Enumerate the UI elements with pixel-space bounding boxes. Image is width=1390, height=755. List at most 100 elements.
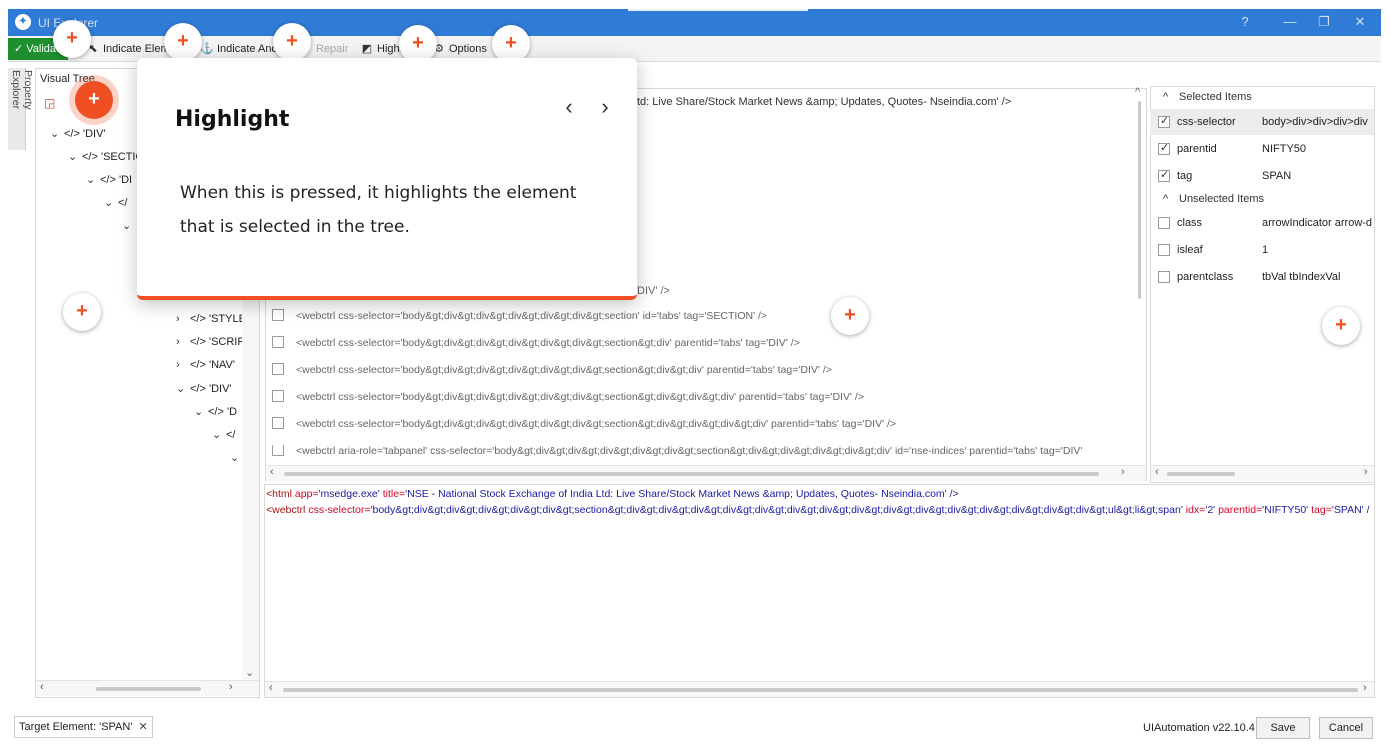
selector-row[interactable]: <webctrl css-selector='body&gt;div&gt;di… bbox=[272, 417, 896, 436]
chevron-left-icon[interactable]: ‹ bbox=[270, 466, 274, 478]
tree-node[interactable]: ⌄ </> 'DIV' bbox=[50, 127, 106, 140]
tour-hotspot[interactable]: + bbox=[53, 20, 91, 58]
chevron-right-icon[interactable]: › bbox=[229, 681, 233, 693]
tour-hotspot[interactable]: + bbox=[273, 23, 311, 61]
tree-node[interactable]: › </> 'SCRIP bbox=[176, 336, 245, 348]
selector-row[interactable]: <webctrl css-selector='body&gt;div&gt;di… bbox=[272, 390, 864, 409]
refresh-icon[interactable]: ◲ bbox=[44, 96, 55, 110]
row-checkbox[interactable] bbox=[272, 363, 284, 376]
attribute-checkbox[interactable] bbox=[1158, 217, 1170, 229]
attribute-checkbox[interactable] bbox=[1158, 168, 1170, 182]
chevron-down-icon: ⌄ bbox=[68, 151, 78, 163]
chevron-up-icon[interactable]: ^ bbox=[1135, 86, 1140, 98]
tour-hotspot[interactable]: + bbox=[63, 293, 101, 331]
tree-node[interactable]: ⌄ </> 'SECTIO bbox=[68, 150, 144, 163]
tree-node[interactable]: ⌄ </> 'D bbox=[194, 405, 237, 418]
row-checkbox[interactable] bbox=[272, 336, 284, 349]
row-checkbox[interactable] bbox=[272, 417, 284, 430]
selector-line-html[interactable]: <html app='msedge.exe' title='NSE - Nati… bbox=[266, 488, 959, 500]
selector-editor[interactable] bbox=[264, 484, 1375, 698]
anchor-icon: ⚓ bbox=[200, 43, 214, 55]
chevron-right-icon[interactable]: › bbox=[1121, 466, 1125, 478]
unselected-items-header[interactable]: ^ Unselected Items bbox=[1163, 193, 1264, 205]
tooltip-next-button[interactable]: › bbox=[593, 94, 617, 120]
attributes-horizontal-scrollbar[interactable]: ‹ › bbox=[1151, 465, 1374, 481]
selected-items-header[interactable]: ^ Selected Items bbox=[1163, 91, 1252, 103]
restore-button[interactable]: ❐ bbox=[1309, 12, 1339, 32]
highlight-icon: ◩ bbox=[361, 43, 373, 55]
tree-horizontal-scrollbar[interactable]: ‹ › bbox=[36, 680, 259, 696]
save-button[interactable]: Save bbox=[1256, 717, 1310, 739]
chevron-down-icon[interactable]: ⌄ bbox=[245, 666, 254, 679]
scrollbar-thumb[interactable] bbox=[96, 687, 201, 691]
chevron-down-icon: ⌄ bbox=[50, 128, 60, 140]
tour-hotspot[interactable]: + bbox=[1322, 307, 1360, 345]
tree-node[interactable]: › </> 'STYLE bbox=[176, 313, 246, 325]
row-checkbox[interactable] bbox=[272, 309, 284, 322]
minimize-button[interactable]: — bbox=[1275, 12, 1305, 32]
close-button[interactable]: ✕ bbox=[1345, 12, 1375, 32]
attribute-checkbox[interactable] bbox=[1158, 271, 1170, 283]
property-explorer-tab[interactable]: Property Explorer bbox=[8, 68, 34, 150]
selector-row[interactable]: <webctrl css-selector='body&gt;div&gt;di… bbox=[272, 309, 767, 328]
chevron-down-icon: ⌄ bbox=[104, 197, 114, 209]
tree-node[interactable]: ⌄ </ bbox=[104, 196, 127, 209]
selector-line-webctrl[interactable]: <webctrl css-selector='body&gt;div&gt;di… bbox=[266, 504, 1373, 516]
attribute-checkbox[interactable] bbox=[1158, 244, 1170, 256]
selector-row[interactable]: <webctrl css-selector='body&gt;div&gt;di… bbox=[272, 336, 800, 355]
title-strip bbox=[628, 9, 808, 11]
code-icon: </> bbox=[190, 359, 209, 371]
editor-horizontal-scrollbar[interactable]: ‹ › bbox=[265, 681, 1374, 697]
code-icon: </ bbox=[226, 429, 236, 441]
chevron-left-icon[interactable]: ‹ bbox=[1155, 466, 1159, 478]
code-icon: </> bbox=[190, 313, 209, 325]
help-button[interactable]: ? bbox=[1230, 12, 1260, 32]
attribute-row[interactable]: isleaf 1 bbox=[1150, 237, 1374, 263]
row-checkbox[interactable] bbox=[272, 390, 284, 403]
attribute-row[interactable]: tag SPAN bbox=[1150, 163, 1374, 189]
chevron-left-icon[interactable]: ‹ bbox=[40, 681, 44, 693]
tour-hotspot[interactable]: + bbox=[831, 297, 869, 335]
selector-row[interactable]: <webctrl css-selector='body&gt;div&gt;di… bbox=[272, 363, 832, 382]
selector-horizontal-scrollbar[interactable]: ‹ › bbox=[266, 465, 1146, 481]
cancel-button[interactable]: Cancel bbox=[1319, 717, 1373, 739]
attribute-row[interactable]: parentid NIFTY50 bbox=[1150, 136, 1374, 162]
chevron-down-icon: ⌄ bbox=[86, 174, 96, 186]
chevron-up-icon: ^ bbox=[1163, 91, 1169, 103]
selector-vertical-scrollbar[interactable]: ^ bbox=[1133, 86, 1146, 464]
chevron-right-icon: › bbox=[176, 336, 180, 348]
tree-node[interactable]: ⌄ bbox=[122, 219, 136, 232]
title-bar: ✦ UI Explorer ? — ❐ ✕ bbox=[8, 9, 1381, 36]
target-element-chip[interactable]: Target Element: 'SPAN' ✕ bbox=[14, 716, 153, 738]
code-icon: </> bbox=[100, 174, 119, 186]
code-icon: </> bbox=[190, 336, 209, 348]
options-button[interactable]: ⚙ Options bbox=[432, 40, 487, 58]
scrollbar-thumb[interactable] bbox=[1167, 472, 1235, 476]
attribute-row[interactable]: parentclass tbVal tbIndexVal bbox=[1150, 264, 1374, 290]
chevron-right-icon[interactable]: › bbox=[1364, 466, 1368, 478]
version-label: UIAutomation v22.10.4 bbox=[1143, 722, 1255, 734]
tree-node[interactable]: ⌄ </ bbox=[212, 428, 235, 441]
tour-hotspot-active[interactable]: + bbox=[75, 81, 113, 119]
chevron-left-icon[interactable]: ‹ bbox=[269, 682, 273, 694]
tree-node[interactable]: ⌄ </> 'DI bbox=[86, 173, 132, 186]
tour-hotspot[interactable]: + bbox=[164, 23, 202, 61]
selector-row-fragment: DIV' /> bbox=[637, 285, 670, 297]
row-checkbox[interactable] bbox=[272, 445, 284, 457]
scrollbar-thumb[interactable] bbox=[284, 472, 1099, 476]
scrollbar-thumb[interactable] bbox=[1138, 101, 1141, 299]
chevron-right-icon[interactable]: › bbox=[1363, 682, 1367, 694]
repair-button[interactable]: Repair bbox=[316, 40, 348, 58]
attribute-row[interactable]: class arrowIndicator arrow-down bbox=[1150, 210, 1374, 236]
close-icon[interactable]: ✕ bbox=[138, 721, 147, 733]
attribute-row[interactable]: css-selector body>div>div>div>div bbox=[1150, 109, 1374, 135]
attribute-checkbox[interactable] bbox=[1158, 141, 1170, 155]
selector-row[interactable]: <webctrl aria-role='tabpanel' css-select… bbox=[272, 445, 1130, 463]
code-icon: </> bbox=[190, 383, 209, 395]
check-icon: ✓ bbox=[14, 43, 27, 55]
tree-node[interactable]: ⌄ </> 'DIV' bbox=[176, 382, 232, 395]
attribute-checkbox[interactable] bbox=[1158, 114, 1170, 128]
scrollbar-thumb[interactable] bbox=[283, 688, 1358, 692]
tree-node[interactable]: › </> 'NAV' bbox=[176, 359, 235, 371]
tooltip-prev-button[interactable]: ‹ bbox=[557, 94, 581, 120]
